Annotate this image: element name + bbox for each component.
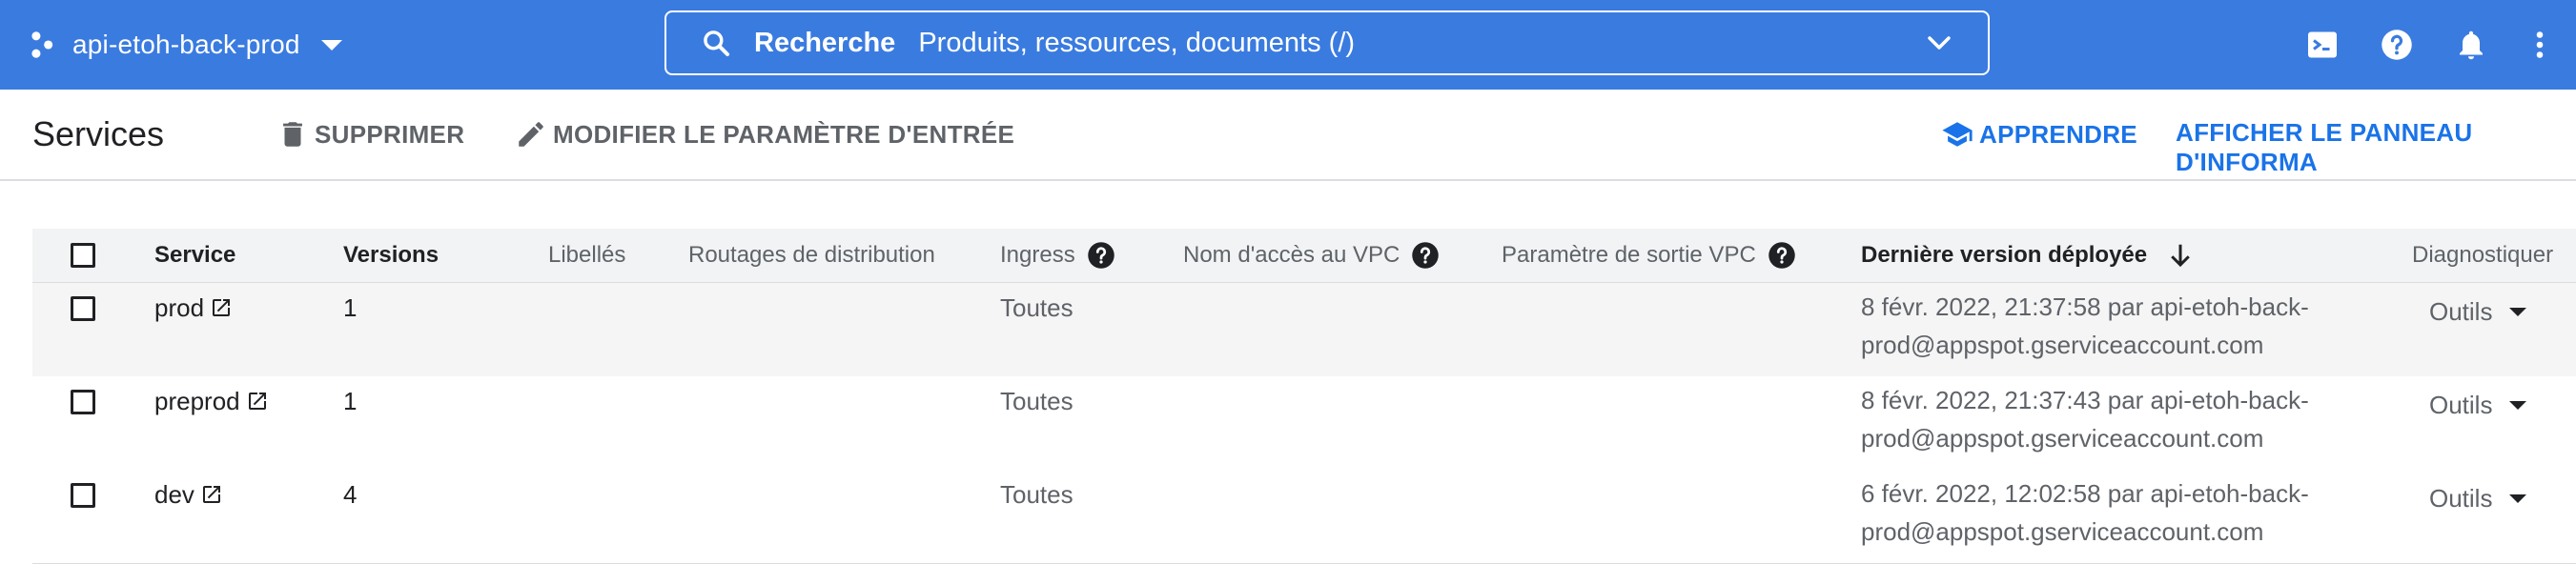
service-link[interactable]: dev: [154, 480, 223, 509]
column-header-last-deployed[interactable]: Dernière version déployée: [1861, 229, 2195, 282]
info-panel-label: AFFICHER LE PANNEAU D'INFORMA: [2176, 118, 2473, 176]
deployed-line: 8 févr. 2022, 21:37:43 par api-etoh-back…: [1861, 386, 2309, 414]
column-header-versions[interactable]: Versions: [343, 229, 439, 282]
row-checkbox[interactable]: [71, 390, 95, 414]
tools-dropdown[interactable]: Outils: [2429, 484, 2527, 513]
column-header-routing: Routages de distribution: [688, 242, 935, 268]
modify-ingress-button[interactable]: MODIFIER LE PARAMÈTRE D'ENTRÉE: [515, 118, 1014, 151]
last-deployed-value: 8 févr. 2022, 21:37:43 par api-etoh-back…: [1861, 381, 2357, 457]
table-header: Service Versions Libellés Routages de di…: [32, 229, 2576, 283]
column-header-ingress-label: Ingress: [1000, 242, 1075, 268]
search-label: Recherche: [754, 27, 896, 58]
tools-label: Outils: [2429, 297, 2493, 326]
terminal-icon[interactable]: [2305, 28, 2340, 62]
learn-button[interactable]: APPRENDRE: [1941, 118, 2137, 151]
open-in-new-icon: [213, 299, 231, 316]
versions-count: 1: [343, 293, 358, 322]
service-name: preprod: [154, 387, 240, 415]
select-all-checkbox[interactable]: [71, 243, 95, 268]
versions-count: 1: [343, 387, 358, 415]
column-header-last-deployed-label: Dernière version déployée: [1861, 242, 2148, 268]
column-header-diagnose: Diagnostiquer: [2412, 242, 2554, 268]
arrow-drop-down-icon: [2509, 307, 2527, 316]
project-name: api-etoh-back-prod: [72, 30, 300, 59]
tools-label: Outils: [2429, 484, 2493, 513]
action-bar: Services SUPPRIMER MODIFIER LE PARAMÈTRE…: [0, 90, 2576, 181]
column-header-vpc-access-label: Nom d'accès au VPC: [1183, 242, 1400, 268]
column-header-ingress: Ingress: [1000, 229, 1115, 282]
deployed-line: 8 févr. 2022, 21:37:58 par api-etoh-back…: [1861, 292, 2309, 321]
search-icon: [704, 30, 729, 56]
chevron-down-icon[interactable]: [1925, 29, 1953, 57]
ingress-value: Toutes: [1000, 387, 1073, 415]
column-header-service[interactable]: Service: [154, 229, 235, 282]
service-name: prod: [154, 293, 205, 322]
search-bar[interactable]: Recherche: [664, 10, 1990, 75]
service-link[interactable]: prod: [154, 293, 233, 322]
page-title: Services: [32, 114, 165, 153]
deployed-line: prod@appspot.gserviceaccount.com: [1861, 331, 2264, 359]
arrow-drop-down-icon: [2509, 494, 2527, 503]
help-icon[interactable]: [1411, 241, 1440, 270]
table-row: prod 1 Toutes 8 févr. 2022, 21:37:58 par…: [32, 283, 2576, 377]
delete-button[interactable]: SUPPRIMER: [276, 118, 464, 151]
last-deployed-value: 8 févr. 2022, 21:37:58 par api-etoh-back…: [1861, 288, 2357, 364]
school-icon: [1942, 122, 1973, 147]
service-name: dev: [154, 480, 194, 509]
chevron-down-icon: [320, 39, 342, 50]
pencil-icon: [519, 122, 543, 147]
learn-button-label: APPRENDRE: [1979, 119, 2137, 149]
deployed-line: 6 févr. 2022, 12:02:58 par api-etoh-back…: [1861, 479, 2309, 508]
row-checkbox[interactable]: [71, 296, 95, 321]
project-icon: [31, 31, 53, 58]
column-header-vpc-egress-label: Paramètre de sortie VPC: [1502, 242, 1756, 268]
column-header-labels: Libellés: [548, 242, 626, 268]
open-in-new-icon: [202, 486, 220, 503]
arrow-down-icon: [2171, 244, 2190, 268]
notifications-icon[interactable]: [2454, 28, 2488, 62]
row-checkbox[interactable]: [71, 483, 95, 508]
last-deployed-value: 6 févr. 2022, 12:02:58 par api-etoh-back…: [1861, 474, 2357, 551]
help-icon[interactable]: [1768, 241, 1796, 270]
help-icon[interactable]: [2380, 28, 2414, 62]
service-link[interactable]: preprod: [154, 387, 269, 415]
help-icon[interactable]: [1087, 241, 1115, 270]
more-vert-icon[interactable]: [2523, 28, 2557, 62]
ingress-value: Toutes: [1000, 293, 1073, 322]
deployed-line: prod@appspot.gserviceaccount.com: [1861, 424, 2264, 453]
table-row: preprod 1 Toutes 8 févr. 2022, 21:37:43 …: [32, 376, 2576, 471]
table-row: dev 4 Toutes 6 févr. 2022, 12:02:58 par …: [32, 470, 2576, 564]
tools-label: Outils: [2429, 391, 2493, 419]
top-bar: api-etoh-back-prod Recherche: [0, 0, 2576, 90]
column-header-vpc-egress: Paramètre de sortie VPC: [1502, 229, 1796, 282]
search-input[interactable]: [918, 27, 1925, 59]
versions-count: 4: [343, 480, 358, 509]
info-panel-button[interactable]: AFFICHER LE PANNEAU D'INFORMA: [2176, 118, 2576, 177]
project-selector[interactable]: api-etoh-back-prod: [27, 0, 342, 90]
column-header-vpc-access: Nom d'accès au VPC: [1183, 229, 1440, 282]
open-in-new-icon: [248, 393, 266, 410]
ingress-value: Toutes: [1000, 480, 1073, 509]
arrow-drop-down-icon: [2509, 400, 2527, 410]
trash-icon: [283, 122, 302, 147]
delete-button-label: SUPPRIMER: [315, 119, 465, 149]
tools-dropdown[interactable]: Outils: [2429, 391, 2527, 419]
tools-dropdown[interactable]: Outils: [2429, 297, 2527, 326]
modify-ingress-label: MODIFIER LE PARAMÈTRE D'ENTRÉE: [553, 119, 1015, 149]
deployed-line: prod@appspot.gserviceaccount.com: [1861, 517, 2264, 546]
